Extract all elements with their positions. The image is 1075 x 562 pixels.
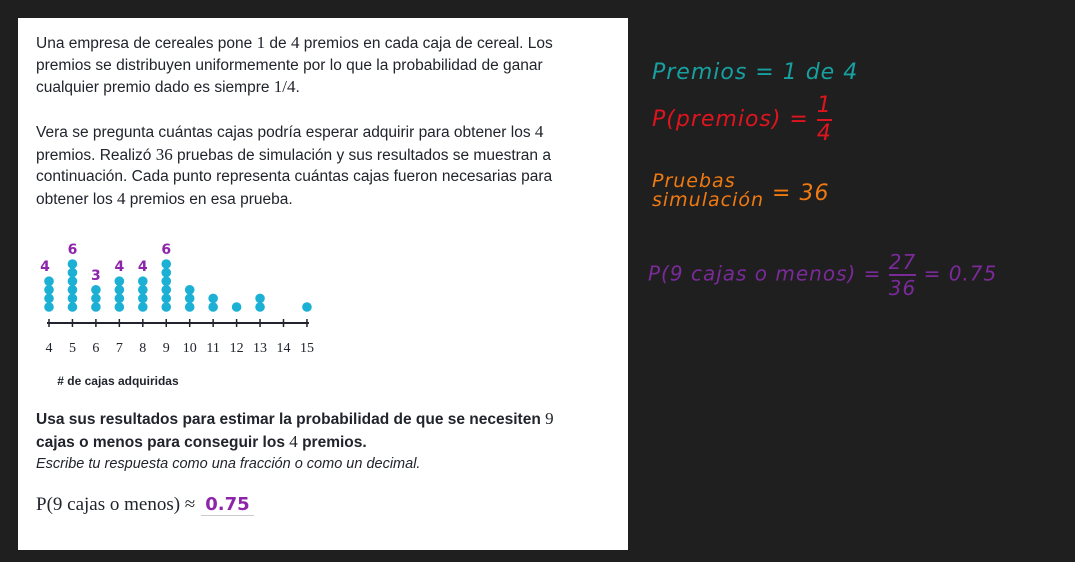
- numerator: 1: [816, 93, 832, 118]
- math: 9: [545, 409, 554, 428]
- denominator: 36: [888, 276, 917, 300]
- answer-label: P(9 cajas o menos) ≈: [36, 494, 196, 515]
- data-dot: [184, 285, 195, 295]
- denominator: 4: [816, 121, 832, 146]
- fraction: 27 36: [888, 250, 917, 300]
- data-dot: [91, 302, 101, 312]
- text: premios. Realizó: [36, 146, 156, 164]
- data-dot: [302, 302, 312, 312]
- answer-input[interactable]: 0.75: [201, 494, 254, 516]
- data-dot: [138, 302, 148, 312]
- count-annotation: 6: [161, 242, 171, 258]
- text: de: [265, 35, 291, 52]
- data-dot: [208, 293, 218, 304]
- text: premios.: [297, 433, 367, 451]
- data-dot: [184, 302, 195, 312]
- data-dot: [138, 285, 148, 295]
- data-dot: [184, 293, 195, 304]
- tick-label: 13: [253, 341, 267, 356]
- instruction-text: Escribe tu respuesta como una fracción o…: [36, 456, 421, 472]
- data-dot: [138, 276, 148, 286]
- data-dot: [44, 293, 54, 304]
- count-annotation: 6: [68, 242, 78, 258]
- tick-label: 14: [277, 341, 291, 356]
- note-probability: P(premios) = 14: [652, 95, 832, 145]
- tick-label: 8: [139, 341, 146, 356]
- count-annotation: 4: [138, 259, 148, 275]
- result: = 0.75: [923, 261, 998, 286]
- count-annotation: 3: [91, 268, 101, 284]
- text: cajas o menos para conseguir los: [36, 433, 290, 451]
- dot-plot: 4 5 6 7 8 9 10 11 12 13 14 15 # de cajas adquiridas 4…: [40, 242, 314, 388]
- text: P(premios) =: [652, 107, 809, 132]
- exercise-panel: Una empresa de cereales pone 1 de 4 prem…: [18, 18, 628, 550]
- data-dot: [67, 302, 78, 312]
- text: .: [295, 79, 300, 96]
- math: 4: [117, 188, 126, 208]
- tick-label: 10: [183, 341, 197, 356]
- answer-row: P(9 cajas o menos) ≈0.75: [36, 494, 254, 516]
- data-dot: [44, 276, 54, 286]
- data-dot: [67, 276, 78, 286]
- intro-paragraph: Una empresa de cereales pone 1 de 4 prem…: [36, 32, 596, 99]
- data-dot: [161, 293, 172, 304]
- math: 1: [256, 33, 266, 52]
- data-dot: [67, 285, 78, 295]
- simulation-paragraph: Vera se pregunta cuántas cajas podría es…: [36, 121, 596, 210]
- value: = 36: [772, 181, 830, 206]
- data-dot: [255, 302, 265, 312]
- note-trials: Pruebas simulación = 36: [652, 172, 829, 210]
- count-annotation: 4: [114, 259, 124, 275]
- text: Vera se pregunta cuántas cajas podría es…: [36, 124, 535, 141]
- data-dot: [161, 302, 172, 312]
- data-dot: [114, 302, 125, 312]
- math: 4: [289, 431, 298, 451]
- text: Usa sus resultados para estimar la proba…: [36, 411, 546, 428]
- note-premios: Premios = 1 de 4: [652, 60, 859, 85]
- data-dot: [91, 293, 101, 304]
- text: premios en esa prueba.: [125, 190, 293, 208]
- tick-label: 6: [92, 341, 99, 356]
- data-dot: [44, 285, 54, 295]
- math: 36: [155, 144, 173, 164]
- numerator: 27: [888, 250, 917, 274]
- data-dot: [161, 259, 172, 269]
- data-dot: [114, 276, 125, 286]
- note-estimate: P(9 cajas o menos) = 27 36 = 0.75: [648, 252, 997, 298]
- data-dot: [161, 267, 172, 278]
- question-text: Usa sus resultados para estimar la proba…: [36, 408, 596, 453]
- tick-label: 5: [69, 341, 76, 356]
- data-dot: [114, 293, 125, 304]
- data-dot: [67, 259, 78, 269]
- text: P(9 cajas o menos) =: [648, 261, 882, 286]
- count-annotation: 4: [40, 259, 50, 275]
- tick-label: 4: [46, 341, 53, 356]
- data-dot: [255, 293, 265, 304]
- data-dot: [161, 285, 172, 295]
- tick-label: 9: [163, 341, 170, 356]
- tick-label: 11: [206, 341, 219, 356]
- data-dot: [231, 302, 242, 312]
- tick-label: 12: [230, 341, 244, 356]
- text: simulación: [652, 189, 765, 211]
- text: Una empresa de cereales pone: [36, 35, 257, 52]
- data-dot: [208, 302, 218, 312]
- x-axis-label: # de cajas adquiridas: [57, 374, 179, 388]
- data-dot: [67, 267, 78, 278]
- math: 1/4: [273, 77, 296, 96]
- fraction: 14: [816, 93, 832, 146]
- tick-label: 7: [116, 341, 123, 356]
- tick-label: 15: [300, 341, 314, 356]
- data-dot: [138, 293, 148, 304]
- math: 4: [534, 122, 544, 141]
- data-dot: [161, 276, 172, 286]
- data-dot: [67, 293, 78, 304]
- data-dot: [91, 285, 101, 295]
- data-dot: [114, 285, 125, 295]
- data-dot: [44, 302, 54, 312]
